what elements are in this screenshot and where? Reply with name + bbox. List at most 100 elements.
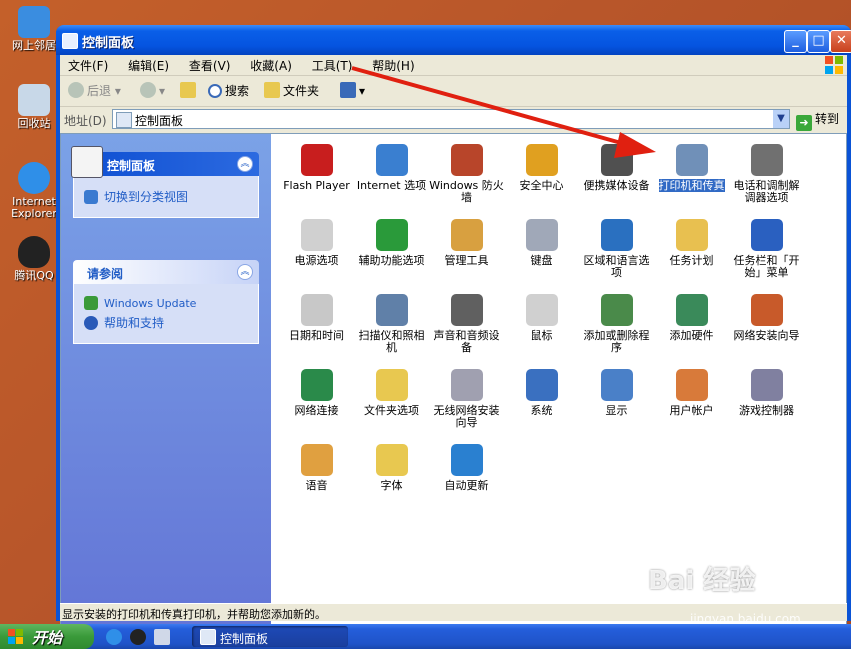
panel-header[interactable]: 控制面板 ︽ bbox=[71, 146, 259, 178]
help-icon bbox=[84, 316, 98, 330]
control-panel-item[interactable]: 游戏控制器 bbox=[729, 369, 804, 417]
menu-tools[interactable]: 工具(T) bbox=[304, 55, 361, 74]
search-button[interactable]: 搜索 bbox=[208, 82, 249, 99]
menu-favorites[interactable]: 收藏(A) bbox=[242, 55, 300, 74]
forward-button[interactable]: ▾ bbox=[140, 82, 165, 98]
back-button[interactable]: 后退 ▾ bbox=[68, 82, 121, 99]
desktop-icon-ie[interactable]: Internet Explorer bbox=[4, 162, 64, 220]
address-input[interactable]: 控制面板 ▼ bbox=[112, 109, 790, 129]
collapse-chevron-icon[interactable]: ︽ bbox=[237, 156, 253, 172]
menu-view[interactable]: 查看(V) bbox=[181, 55, 239, 74]
control-panel-item[interactable]: 用户帐户 bbox=[654, 369, 729, 417]
control-panel-item[interactable]: 鼠标 bbox=[504, 294, 579, 342]
menu-file[interactable]: 文件(F) bbox=[60, 55, 116, 74]
title-bar[interactable]: 控制面板 _ □ ✕ bbox=[56, 25, 851, 55]
control-panel-icon bbox=[200, 629, 216, 645]
menu-edit[interactable]: 编辑(E) bbox=[120, 55, 177, 74]
phone-icon bbox=[750, 144, 783, 176]
control-panel-icon bbox=[62, 33, 78, 49]
quicklaunch-show-desktop-icon[interactable] bbox=[154, 629, 170, 645]
item-label: 便携媒体设备 bbox=[583, 179, 650, 192]
item-label: 字体 bbox=[380, 479, 403, 492]
link-label: 帮助和支持 bbox=[104, 316, 165, 330]
control-panel-item[interactable]: 自动更新 bbox=[429, 444, 504, 492]
control-panel-item[interactable]: 辅助功能选项 bbox=[354, 219, 429, 267]
control-panel-item[interactable]: 区域和语言选项 bbox=[579, 219, 654, 279]
control-panel-item[interactable]: 日期和时间 bbox=[279, 294, 354, 342]
control-panel-item[interactable]: 显示 bbox=[579, 369, 654, 417]
item-label: 声音和音频设备 bbox=[433, 329, 500, 354]
control-panel-item[interactable]: 添加或删除程序 bbox=[579, 294, 654, 354]
start-label: 开始 bbox=[32, 629, 63, 647]
control-panel-item[interactable]: 任务计划 bbox=[654, 219, 729, 267]
firewall-icon bbox=[450, 144, 483, 176]
control-panel-item[interactable]: 电源选项 bbox=[279, 219, 354, 267]
control-panel-item[interactable]: 系统 bbox=[504, 369, 579, 417]
chevron-down-icon[interactable]: ▼ bbox=[773, 110, 789, 128]
desktop-icon-recycle-bin[interactable]: 回收站 bbox=[4, 84, 64, 130]
go-button[interactable]: ➜ 转到 bbox=[796, 110, 839, 131]
folders-button[interactable]: 文件夹 bbox=[264, 82, 319, 99]
item-label: 辅助功能选项 bbox=[358, 254, 425, 267]
help-and-support-link[interactable]: 帮助和支持 bbox=[84, 314, 248, 331]
up-folder-icon bbox=[180, 82, 196, 98]
control-panel-item[interactable]: 网络安装向导 bbox=[729, 294, 804, 342]
item-label: Windows 防火墙 bbox=[429, 179, 504, 204]
item-label: Flash Player bbox=[283, 179, 350, 192]
link-label: 切换到分类视图 bbox=[104, 190, 189, 204]
quicklaunch-qq-icon[interactable] bbox=[130, 629, 146, 645]
control-panel-item[interactable]: Windows 防火墙 bbox=[429, 144, 504, 204]
close-button[interactable]: ✕ bbox=[830, 30, 851, 53]
menu-help[interactable]: 帮助(H) bbox=[364, 55, 422, 74]
item-label: 电源选项 bbox=[294, 254, 339, 267]
speech-icon bbox=[300, 444, 333, 476]
views-button[interactable]: ▾ bbox=[340, 82, 365, 98]
control-panel-item[interactable]: 电话和调制解调器选项 bbox=[729, 144, 804, 204]
maximize-button[interactable]: □ bbox=[807, 30, 830, 53]
control-panel-item[interactable]: 语音 bbox=[279, 444, 354, 492]
control-panel-item[interactable]: 字体 bbox=[354, 444, 429, 492]
control-panel-item[interactable]: 任务栏和「开始」菜单 bbox=[729, 219, 804, 279]
content-area: 控制面板 ︽ 切换到分类视图 请参阅 ︽ Windows Update 帮助和支… bbox=[60, 133, 847, 625]
start-button[interactable]: 开始 bbox=[0, 624, 94, 649]
panel-title: 控制面板 bbox=[107, 159, 156, 173]
windows-update-icon bbox=[84, 296, 98, 310]
control-panel-item[interactable]: 无线网络安装向导 bbox=[429, 369, 504, 429]
category-view-icon bbox=[84, 190, 98, 204]
control-panel-item[interactable]: 文件夹选项 bbox=[354, 369, 429, 417]
network-icon bbox=[300, 369, 333, 401]
control-panel-item[interactable]: Internet 选项 bbox=[354, 144, 429, 192]
printer-icon bbox=[675, 144, 708, 176]
panel-title: 请参阅 bbox=[87, 267, 124, 281]
window-body: 文件(F) 编辑(E) 查看(V) 收藏(A) 工具(T) 帮助(H) 后退 ▾… bbox=[60, 55, 847, 625]
minimize-button[interactable]: _ bbox=[784, 30, 807, 53]
control-panel-window: 控制面板 _ □ ✕ 文件(F) 编辑(E) 查看(V) 收藏(A) 工具(T)… bbox=[56, 25, 851, 625]
control-panel-item[interactable]: 打印机和传真 bbox=[654, 144, 729, 192]
panel-header[interactable]: 请参阅 ︽ bbox=[73, 260, 259, 284]
item-label: 自动更新 bbox=[444, 479, 489, 492]
desktop-icon-network-places[interactable]: 网上邻居 bbox=[4, 6, 64, 52]
go-label: 转到 bbox=[815, 112, 840, 126]
desktop-icon-qq[interactable]: 腾讯QQ bbox=[4, 236, 64, 282]
folders-label: 文件夹 bbox=[283, 84, 320, 98]
quicklaunch-ie-icon[interactable] bbox=[106, 629, 122, 645]
folders-icon bbox=[264, 82, 280, 98]
link-label: Windows Update bbox=[104, 297, 197, 310]
collapse-chevron-icon[interactable]: ︽ bbox=[237, 264, 253, 280]
control-panel-item[interactable]: 便携媒体设备 bbox=[579, 144, 654, 192]
add-remove-icon bbox=[600, 294, 633, 326]
user-accounts-icon bbox=[675, 369, 708, 401]
control-panel-item[interactable]: 扫描仪和照相机 bbox=[354, 294, 429, 354]
item-label: 键盘 bbox=[530, 254, 553, 267]
windows-update-link[interactable]: Windows Update bbox=[84, 296, 248, 310]
control-panel-item[interactable]: 声音和音频设备 bbox=[429, 294, 504, 354]
switch-to-category-view-link[interactable]: 切换到分类视图 bbox=[84, 188, 248, 205]
control-panel-item[interactable]: 添加硬件 bbox=[654, 294, 729, 342]
up-folder-button[interactable] bbox=[180, 82, 199, 98]
control-panel-item[interactable]: 管理工具 bbox=[429, 219, 504, 267]
control-panel-item[interactable]: 键盘 bbox=[504, 219, 579, 267]
control-panel-item[interactable]: 网络连接 bbox=[279, 369, 354, 417]
control-panel-item[interactable]: Flash Player bbox=[279, 144, 354, 192]
taskbar-button-control-panel[interactable]: 控制面板 bbox=[192, 626, 348, 647]
control-panel-item[interactable]: 安全中心 bbox=[504, 144, 579, 192]
